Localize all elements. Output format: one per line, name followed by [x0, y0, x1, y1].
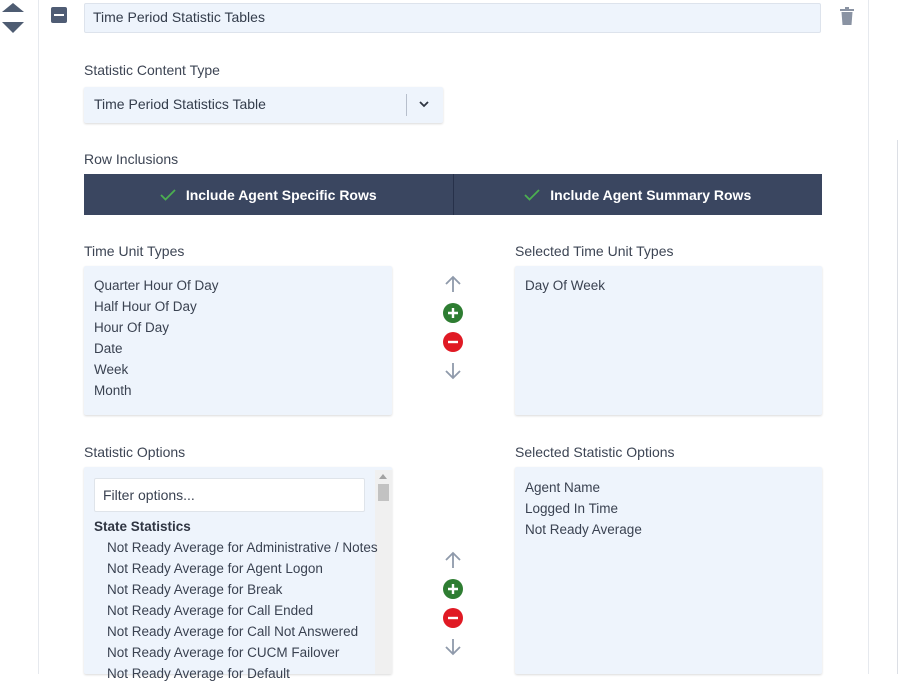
- minus-circle-icon[interactable]: [443, 608, 463, 628]
- list-item[interactable]: Quarter Hour Of Day: [94, 278, 219, 293]
- toggle-agent-summary-rows[interactable]: Include Agent Summary Rows: [452, 174, 823, 215]
- list-item[interactable]: Agent Name: [525, 480, 600, 495]
- list-item[interactable]: Hour Of Day: [94, 320, 169, 335]
- option-group-header: State Statistics: [94, 519, 191, 534]
- row-inclusions-toggle-group: Include Agent Specific Rows Include Agen…: [84, 174, 822, 215]
- scroll-edge: [897, 140, 898, 674]
- move-up-icon[interactable]: [2, 3, 24, 12]
- list-item[interactable]: Month: [94, 383, 132, 398]
- option-item[interactable]: Not Ready Average for Call Not Answered: [107, 624, 358, 639]
- content-type-select[interactable]: Time Period Statistics Table: [84, 87, 443, 123]
- option-item[interactable]: Not Ready Average for Call Ended: [107, 603, 313, 618]
- content-type-value: Time Period Statistics Table: [94, 96, 266, 112]
- plus-circle-icon[interactable]: [443, 303, 463, 323]
- time-unit-types-label: Time Unit Types: [84, 243, 185, 259]
- options-scrollbar[interactable]: [375, 470, 392, 674]
- option-item[interactable]: Not Ready Average for Administrative / N…: [107, 540, 378, 555]
- minus-circle-icon[interactable]: [443, 332, 463, 352]
- option-item[interactable]: Not Ready Average for CUCM Failover: [107, 645, 339, 660]
- plus-circle-icon[interactable]: [443, 579, 463, 599]
- toggle-agent-specific-rows[interactable]: Include Agent Specific Rows: [84, 174, 453, 215]
- check-icon: [160, 188, 176, 201]
- option-item[interactable]: Not Ready Average for Break: [107, 582, 282, 597]
- list-item[interactable]: Date: [94, 341, 123, 356]
- selected-statistic-options-label: Selected Statistic Options: [515, 444, 675, 460]
- content-type-label: Statistic Content Type: [84, 62, 220, 78]
- statistic-options-label: Statistic Options: [84, 444, 186, 460]
- arrow-down-icon[interactable]: [443, 361, 463, 381]
- check-icon: [524, 188, 540, 201]
- toggle-label: Include Agent Summary Rows: [550, 186, 752, 203]
- trash-icon[interactable]: [840, 7, 854, 25]
- arrow-up-icon[interactable]: [443, 550, 463, 570]
- filter-options-input[interactable]: Filter options...: [94, 478, 365, 512]
- list-item[interactable]: Logged In Time: [525, 501, 618, 516]
- chevron-down-icon[interactable]: [418, 98, 430, 110]
- table-title-input[interactable]: Time Period Statistic Tables: [84, 3, 821, 33]
- arrow-up-icon[interactable]: [443, 274, 463, 294]
- selected-time-unit-types-list[interactable]: Day Of Week: [515, 266, 822, 415]
- toggle-label: Include Agent Specific Rows: [185, 186, 377, 203]
- collapse-button[interactable]: [51, 7, 67, 23]
- move-down-icon[interactable]: [2, 22, 24, 33]
- selected-time-unit-types-label: Selected Time Unit Types: [515, 243, 674, 259]
- scroll-thumb[interactable]: [378, 484, 389, 501]
- list-item[interactable]: Not Ready Average: [525, 522, 642, 537]
- list-item[interactable]: Day Of Week: [525, 278, 605, 293]
- selected-statistic-options-list[interactable]: Agent Name Logged In Time Not Ready Aver…: [515, 467, 822, 674]
- arrow-down-icon[interactable]: [443, 637, 463, 657]
- list-item[interactable]: Half Hour Of Day: [94, 299, 197, 314]
- option-item[interactable]: Not Ready Average for Agent Logon: [107, 561, 323, 576]
- select-separator: [406, 94, 407, 116]
- scroll-up-arrow[interactable]: [379, 474, 387, 479]
- list-item[interactable]: Week: [94, 362, 128, 377]
- time-unit-types-list[interactable]: Quarter Hour Of Day Half Hour Of Day Hou…: [84, 266, 392, 415]
- row-inclusions-label: Row Inclusions: [84, 151, 179, 167]
